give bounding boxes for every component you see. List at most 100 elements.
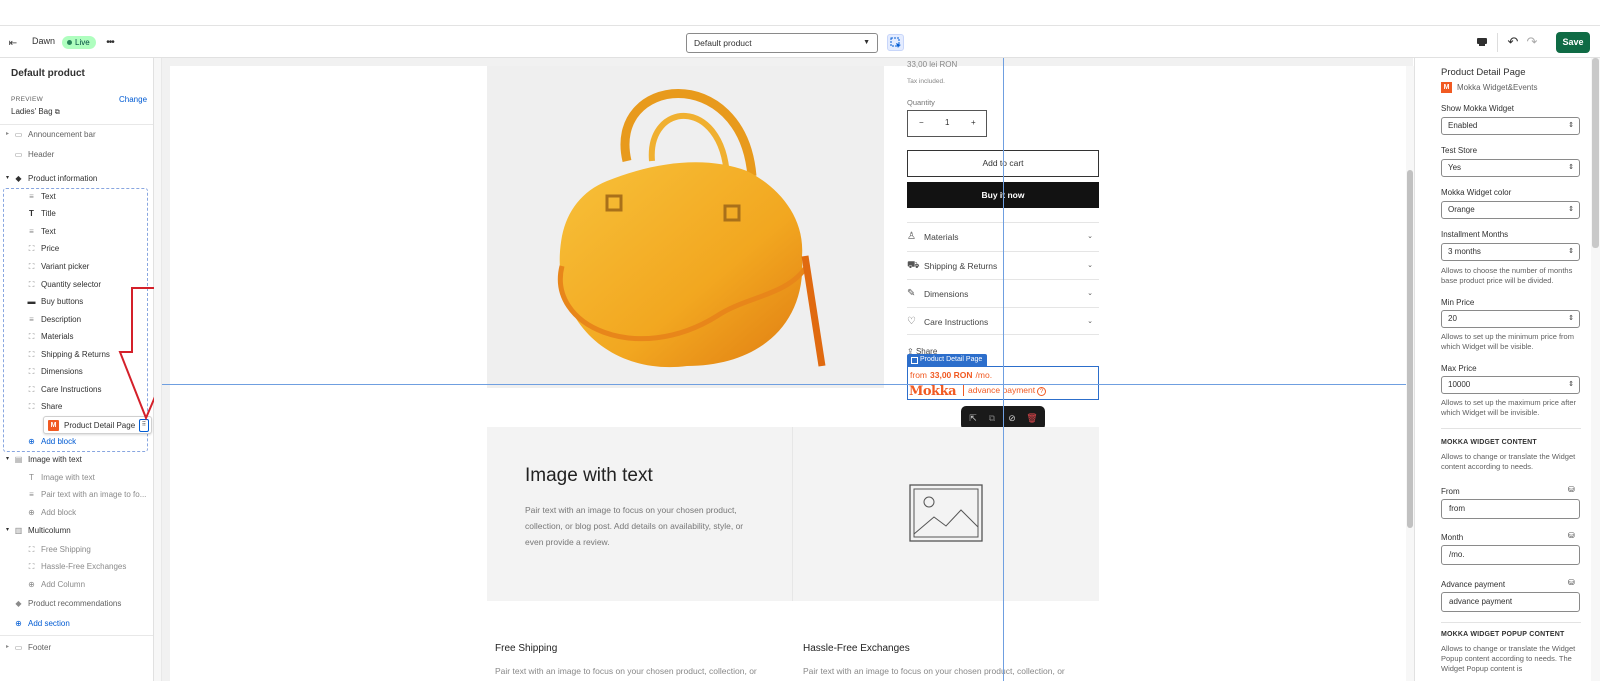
tree-item-product-information[interactable]: ▾ ◆ Product information: [0, 170, 153, 187]
test-store-value: Yes: [1448, 163, 1462, 172]
section-icon: ▭: [14, 130, 23, 139]
template-select[interactable]: Default product ▼: [686, 33, 878, 53]
block-label: Hassle-Free Exchanges: [41, 562, 127, 571]
shirt-icon: ♙: [907, 231, 916, 242]
duplicate-icon[interactable]: ⧉: [985, 411, 999, 425]
redo-icon[interactable]: ↷: [1524, 34, 1540, 50]
installment-months-select[interactable]: 3 months ⇕: [1441, 243, 1580, 261]
installment-months-label: Installment Months: [1441, 230, 1509, 239]
tree-item-label: Image with text: [28, 455, 82, 464]
tree-item-footer[interactable]: ▸ ▭ Footer: [0, 639, 153, 656]
block-label: Image with text: [41, 473, 95, 482]
add-section-button[interactable]: ⊕ Add section: [0, 615, 153, 632]
block-icon: ⛶: [28, 545, 35, 554]
truck-icon: ⛟: [907, 260, 920, 271]
month-input[interactable]: /mo.: [1441, 545, 1580, 565]
alignment-guide-horizontal: [162, 384, 1413, 385]
max-price-label: Max Price: [1441, 364, 1477, 373]
change-preview-link[interactable]: Change: [119, 95, 147, 104]
delete-icon[interactable]: 🗑: [1025, 411, 1039, 425]
dynamic-source-icon[interactable]: ⛁: [1568, 485, 1575, 494]
add-section-label: Add section: [28, 619, 70, 628]
add-column-button[interactable]: ⊕ Add Column: [0, 576, 153, 593]
panel-divider: [0, 124, 153, 125]
add-block-button-2[interactable]: ⊕ Add block: [0, 504, 153, 521]
tree-item-header[interactable]: ▭ Header: [0, 146, 153, 163]
minus-icon[interactable]: −: [919, 118, 924, 127]
column-text-1: Pair text with an image to focus on your…: [495, 666, 757, 676]
chevron-down-icon: ▾: [6, 456, 10, 462]
min-price-help: Allows to set up the minimum price from …: [1441, 332, 1574, 351]
help-icon[interactable]: ?: [1037, 387, 1047, 396]
columns-icon: ▥: [14, 526, 23, 535]
exit-icon[interactable]: ⇤: [6, 36, 20, 50]
widget-color-select[interactable]: Orange ⇕: [1441, 201, 1580, 219]
tree-item-product-recommendations[interactable]: ◆ Product recommendations: [0, 595, 153, 612]
block-label: Pair text with an image to fo...: [41, 490, 147, 499]
add-column-label: Add Column: [41, 580, 86, 589]
widget-color-label: Mokka Widget color: [1441, 188, 1512, 197]
preview-scrollbar[interactable]: [1406, 66, 1414, 681]
handbag-image: [557, 89, 826, 368]
min-price-label: Min Price: [1441, 298, 1475, 307]
advance-payment-input[interactable]: advance payment: [1441, 592, 1580, 612]
settings-scrollbar[interactable]: [1591, 58, 1600, 681]
month-label: Month: [1441, 533, 1464, 542]
test-store-label: Test Store: [1441, 146, 1478, 155]
image-with-text-section[interactable]: Image with text Pair text with an image …: [487, 427, 1099, 601]
tree-item-announcement-bar[interactable]: ▸ ▭ Announcement bar: [0, 126, 153, 143]
tree-item-label: Product information: [28, 174, 98, 183]
mokka-advance-label: advance payment: [968, 385, 1036, 395]
tree-item-label: Product recommendations: [28, 599, 122, 608]
tree-item-multicolumn[interactable]: ▾ ▥ Multicolumn: [0, 522, 153, 539]
image-placeholder-icon: [909, 484, 983, 542]
mokka-amount: 33,00 RON: [930, 370, 973, 380]
popup-content-help: Allows to change or translate the Widget…: [1441, 644, 1576, 673]
advance-payment-label: Advance payment: [1441, 580, 1506, 589]
dynamic-source-icon[interactable]: ⛁: [1568, 531, 1575, 540]
tree-item-image-with-text[interactable]: ▾ ▤ Image with text: [0, 451, 153, 468]
product-image[interactable]: [487, 66, 884, 388]
block-hassle-free[interactable]: ⛶ Hassle-Free Exchanges: [0, 558, 153, 575]
max-price-input[interactable]: 10000 ⇕: [1441, 376, 1580, 394]
save-button[interactable]: Save: [1556, 32, 1590, 53]
inspector-toggle[interactable]: [887, 34, 904, 51]
preview-device-icon[interactable]: [1475, 35, 1489, 49]
alignment-guide-vertical: [1003, 58, 1004, 681]
tax-note: Tax included.: [907, 78, 945, 85]
undo-icon[interactable]: ↶: [1505, 34, 1521, 50]
min-price-input[interactable]: 20 ⇕: [1441, 310, 1580, 328]
quantity-stepper[interactable]: − 1 +: [907, 110, 987, 137]
settings-scrollbar-thumb[interactable]: [1592, 58, 1599, 248]
widget-content-help: Allows to change or translate the Widget…: [1441, 452, 1576, 471]
selected-block-tag[interactable]: Product Detail Page: [907, 354, 988, 366]
mokka-app-icon: M: [1441, 82, 1452, 93]
hide-icon[interactable]: ⊘: [1005, 411, 1019, 425]
test-store-select[interactable]: Yes ⇕: [1441, 159, 1580, 177]
from-input[interactable]: from: [1441, 499, 1580, 519]
block-pair-text[interactable]: ≡ Pair text with an image to fo...: [0, 486, 153, 503]
quantity-label: Quantity: [907, 98, 935, 107]
product-price: 33,00 lei RON: [907, 60, 958, 69]
tree-item-label: Footer: [28, 643, 52, 652]
dynamic-source-icon[interactable]: ⛁: [1568, 578, 1575, 587]
number-stepper-icon[interactable]: ⇕: [1568, 377, 1574, 393]
block-image-with-text[interactable]: T Image with text: [0, 469, 153, 486]
block-free-shipping[interactable]: ⛶ Free Shipping: [0, 541, 153, 558]
plus-icon[interactable]: +: [971, 118, 976, 127]
app-name: Mokka Widget&Events: [1457, 83, 1538, 92]
select-parent-icon[interactable]: ⇱: [966, 411, 980, 425]
preview-product[interactable]: Ladies' Bag ⧉: [11, 107, 60, 117]
title-icon: T: [29, 473, 34, 482]
number-stepper-icon[interactable]: ⇕: [1568, 311, 1574, 327]
section-icon: ▭: [14, 150, 23, 159]
preview-scrollbar-thumb[interactable]: [1407, 170, 1413, 528]
show-widget-select[interactable]: Enabled ⇕: [1441, 117, 1580, 135]
mokka-month: /mo.: [975, 370, 993, 380]
from-value: from: [1449, 504, 1465, 513]
more-actions-icon[interactable]: •••: [103, 36, 117, 48]
left-panel-scrollbar[interactable]: [154, 58, 162, 681]
select-arrows-icon: ⇕: [1568, 164, 1574, 171]
plus-circle-icon: ⊕: [28, 508, 35, 517]
section-icon: ▭: [14, 643, 23, 652]
